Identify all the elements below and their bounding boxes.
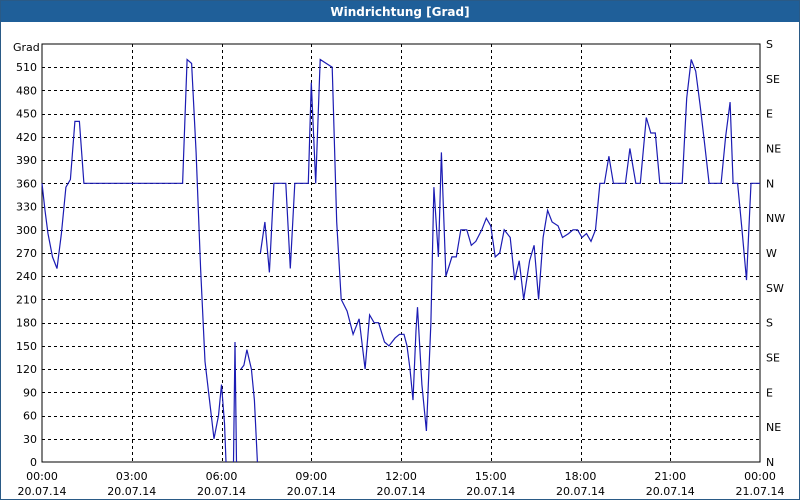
y-tick-label: 450 xyxy=(16,108,37,121)
x-tick-date: 20.07.14 xyxy=(107,485,156,498)
right-axis-label: E xyxy=(766,108,773,121)
y-axis-label: Grad xyxy=(13,41,40,54)
x-tick-date: 21.07.14 xyxy=(736,485,785,498)
right-axis-label: S xyxy=(766,317,773,330)
x-tick-time: 09:00 xyxy=(295,470,327,483)
y-tick-label: 240 xyxy=(16,270,37,283)
y-tick-label: 210 xyxy=(16,293,37,306)
right-axis-label: SE xyxy=(766,352,780,365)
right-axis-label: E xyxy=(766,386,773,399)
x-tick-date: 20.07.14 xyxy=(646,485,695,498)
right-axis-label: SW xyxy=(766,282,784,295)
x-tick-time: 03:00 xyxy=(116,470,148,483)
right-axis-label: SE xyxy=(766,73,780,86)
x-tick-time: 00:00 xyxy=(744,470,776,483)
x-tick-date: 20.07.14 xyxy=(556,485,605,498)
right-axis-label: W xyxy=(766,247,777,260)
x-tick-time: 12:00 xyxy=(385,470,417,483)
y-tick-label: 120 xyxy=(16,363,37,376)
x-tick-date: 20.07.14 xyxy=(18,485,67,498)
y-tick-label: 300 xyxy=(16,224,37,237)
right-axis-label: NE xyxy=(766,421,781,434)
y-tick-label: 360 xyxy=(16,177,37,190)
y-tick-label: 270 xyxy=(16,247,37,260)
y-tick-label: 90 xyxy=(23,386,37,399)
y-tick-label: 330 xyxy=(16,201,37,214)
chart-window: Windrichtung [Grad] 0 30 60 90 120 150 180 210 2… xyxy=(0,0,800,500)
y-tick-label: 30 xyxy=(23,433,37,446)
x-tick-date: 20.07.14 xyxy=(377,485,426,498)
y-tick-label: 480 xyxy=(16,84,37,97)
x-tick-time: 18:00 xyxy=(565,470,597,483)
x-tick-time: 00:00 xyxy=(26,470,58,483)
y-tick-label: 0 xyxy=(30,456,37,469)
y-tick-label: 60 xyxy=(23,410,37,423)
y-tick-label: 420 xyxy=(16,131,37,144)
right-axis-label: N xyxy=(766,456,774,469)
x-tick-time: 06:00 xyxy=(206,470,238,483)
y-tick-label: 510 xyxy=(16,61,37,74)
right-axis-label: S xyxy=(766,38,773,51)
x-tick-time: 15:00 xyxy=(475,470,507,483)
chart-canvas: 0 30 60 90 120 150 180 210 240 270 300 330 360 390 420… xyxy=(13,38,785,498)
x-tick-date: 20.07.14 xyxy=(466,485,515,498)
y-tick-label: 180 xyxy=(16,317,37,330)
right-axis-label: N xyxy=(766,177,774,190)
x-tick-date: 20.07.14 xyxy=(287,485,336,498)
right-axis-label: NE xyxy=(766,143,781,156)
y-tick-label: 390 xyxy=(16,154,37,167)
right-axis-label: NW xyxy=(766,212,785,225)
x-tick-time: 21:00 xyxy=(654,470,686,483)
x-tick-date: 20.07.14 xyxy=(197,485,246,498)
y-tick-label: 150 xyxy=(16,340,37,353)
